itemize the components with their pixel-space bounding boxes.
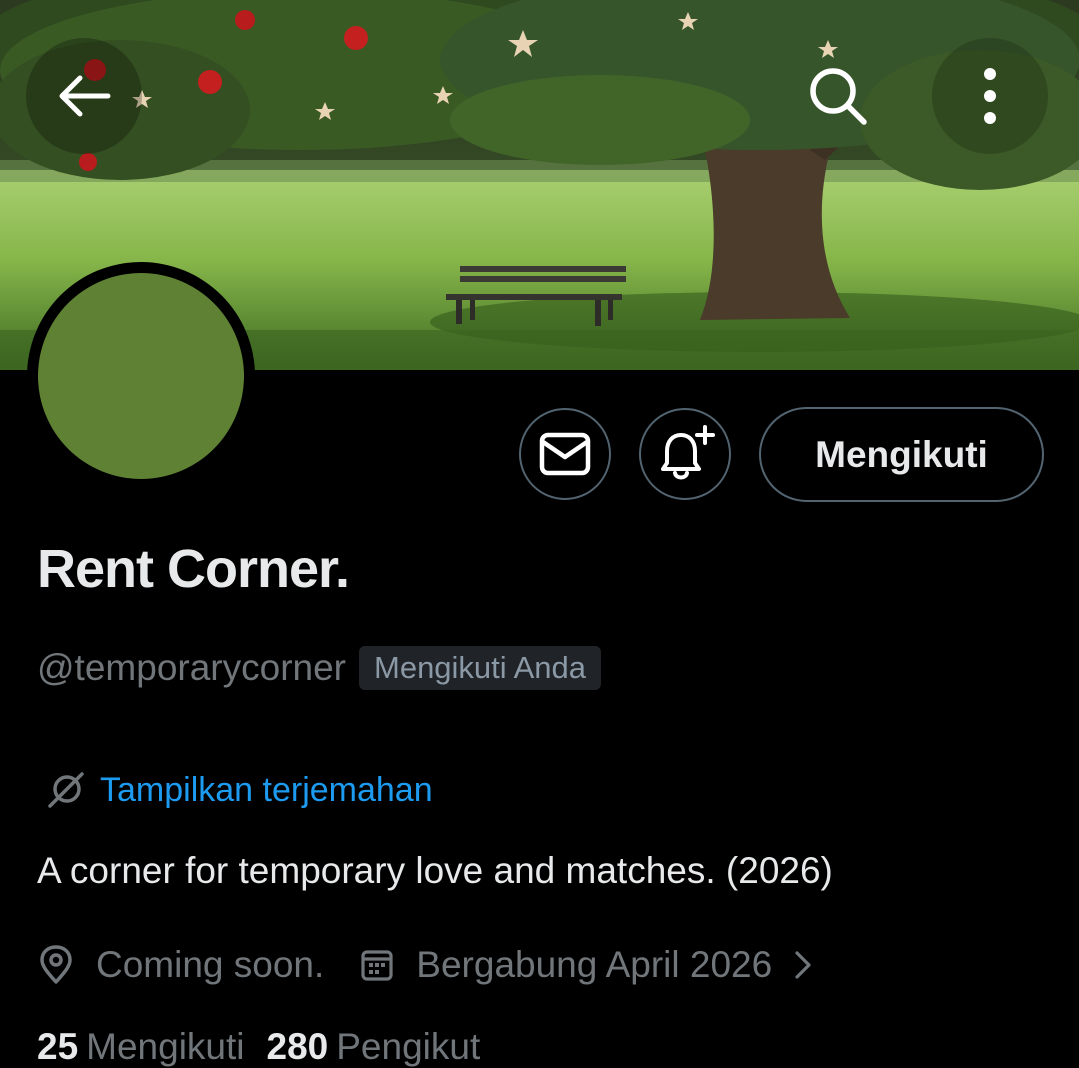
location-pin-icon [40, 945, 72, 984]
followers-count: 280 [266, 1026, 329, 1067]
back-button[interactable] [26, 38, 142, 154]
joined-text: Bergabung April 2026 [416, 944, 773, 985]
more-options-button[interactable] [932, 38, 1048, 154]
more-vertical-icon [984, 68, 996, 124]
translate-icon [48, 772, 84, 808]
profile-handle: @temporarycorner [37, 647, 346, 688]
profile-meta: Coming soon. Bergabung April 2026 [38, 938, 812, 992]
follows-you-badge: Mengikuti Anda [359, 646, 601, 690]
show-translation-link[interactable]: Tampilkan terjemahan [46, 770, 433, 810]
avatar-container[interactable] [27, 262, 255, 490]
following-button[interactable]: Mengikuti [759, 407, 1044, 502]
search-button[interactable] [780, 38, 896, 154]
calendar-icon [361, 950, 393, 981]
following-stat[interactable]: 25 Mengikuti [37, 1026, 245, 1067]
search-icon [810, 68, 867, 125]
followers-stat[interactable]: 280 Pengikut [267, 1026, 481, 1067]
location-text: Coming soon. [96, 944, 325, 985]
following-label: Mengikuti [86, 1026, 245, 1067]
chevron-right-icon[interactable] [794, 950, 812, 980]
profile-stats: 25 Mengikuti 280 Pengikut [37, 1026, 480, 1068]
profile-bio: A corner for temporary love and matches.… [37, 850, 833, 891]
arrow-left-icon [59, 75, 111, 117]
bell-plus-icon [661, 425, 715, 480]
location-item: Coming soon. [38, 944, 324, 986]
avatar[interactable] [38, 273, 244, 479]
handle-row: @temporarycorner Mengikuti Anda [37, 644, 601, 692]
notify-button[interactable] [639, 408, 731, 500]
following-count: 25 [37, 1026, 79, 1067]
joined-item[interactable]: Bergabung April 2026 [360, 944, 812, 986]
followers-label: Pengikut [336, 1026, 481, 1067]
message-button[interactable] [519, 408, 611, 500]
profile-name: Rent Corner. [37, 539, 350, 599]
envelope-icon [539, 432, 591, 476]
translate-label[interactable]: Tampilkan terjemahan [100, 771, 433, 810]
